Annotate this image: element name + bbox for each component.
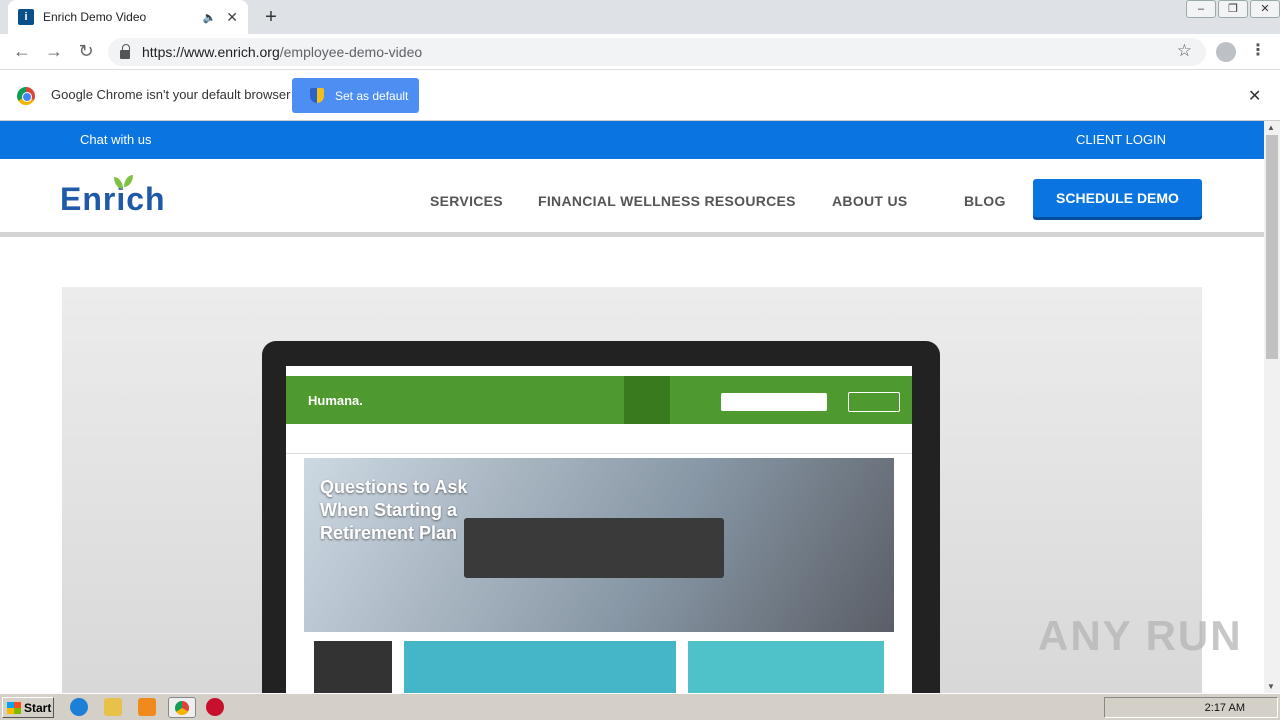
scroll-up-icon[interactable]: ▲ [1267,123,1275,132]
scroll-down-icon[interactable]: ▼ [1267,682,1275,691]
screen-card [404,641,676,693]
lock-icon [120,43,130,59]
windows-flag-icon [7,701,21,714]
back-arrow-icon[interactable]: ← [11,41,33,62]
screen-card [314,641,392,693]
web-page: Chat with us CLIENT LOGIN Enrich SERVICE… [0,121,1264,693]
page-scrollbar[interactable]: ▲ ▼ [1264,121,1280,693]
address-bar[interactable]: https://www.enrich.org/employee-demo-vid… [108,38,1206,66]
screen-topline [286,366,912,376]
media-player-icon[interactable] [138,698,156,716]
infobar-close-icon[interactable]: ✕ [1248,86,1261,106]
screen-topics-tab [624,376,670,424]
site-topbar: Chat with us CLIENT LOGIN [0,121,1264,159]
screen-hero-image: Questions to Ask When Starting a Retirem… [304,458,894,632]
bench-shape [464,518,724,578]
site-header: Enrich SERVICES FINANCIAL WELLNESS RESOU… [0,159,1264,237]
chat-link[interactable]: Chat with us [80,132,152,147]
restore-icon[interactable]: ❐ [1218,0,1248,18]
screen-card [688,641,884,693]
tab-strip: i Enrich Demo Video 🔈 ✕ + – ❐ ✕ [0,0,1280,34]
start-button[interactable]: Start [2,697,54,718]
close-window-icon[interactable]: ✕ [1250,0,1280,18]
screen-navbar: Humana. [286,376,912,424]
scrollbar-thumb[interactable] [1266,135,1278,359]
screen-subnav [286,424,912,454]
infobar-message: Google Chrome isn't your default browser [51,87,291,102]
clock: 2:17 AM [1204,701,1245,714]
nav-financial-wellness-resources[interactable]: FINANCIAL WELLNESS RESOURCES [538,193,796,209]
nav-services[interactable]: SERVICES [430,193,503,209]
explorer-folder-icon[interactable] [104,698,122,716]
bookmark-star-icon[interactable]: ☆ [1177,41,1192,61]
screen-search-box [721,393,827,411]
system-tray: 2:17 AM [1104,697,1278,718]
anyrun-watermark: ANY RUN [1038,612,1243,659]
windows-taskbar: Start 2:17 AM [0,693,1280,720]
start-label: Start [24,700,52,715]
laptop-screen: Humana. Questions to Ask When Starting a… [286,366,912,693]
url-path: /employee-demo-video [279,44,423,60]
default-browser-infobar: Google Chrome isn't your default browser… [0,71,1280,121]
uac-shield-icon [310,88,324,103]
site-favicon-icon: i [18,9,34,25]
reload-icon[interactable]: ↻ [75,41,97,62]
screen-hero-text: Questions to Ask When Starting a Retirem… [320,477,468,543]
chrome-menu-icon[interactable]: ⋮ [1250,40,1266,60]
laptop-image: Humana. Questions to Ask When Starting a… [262,341,940,693]
chrome-taskbar-button[interactable] [168,697,196,718]
chrome-icon [175,700,189,715]
set-as-default-label: Set as default [335,88,409,103]
browser-tab[interactable]: i Enrich Demo Video 🔈 ✕ [8,0,248,34]
audio-playing-icon[interactable]: 🔈 [203,11,217,24]
chrome-logo-icon [17,87,35,105]
screen-logout-box [848,392,900,412]
leaf-icon [114,175,136,191]
new-tab-button[interactable]: + [260,6,282,28]
client-login-link[interactable]: CLIENT LOGIN [1076,132,1166,147]
screen-logo: Humana. [308,393,363,408]
nav-blog[interactable]: BLOG [964,193,1006,209]
close-tab-icon[interactable]: ✕ [226,9,238,26]
browser-toolbar: ← → ↻ https://www.enrich.org/employee-de… [0,34,1280,70]
minimize-icon[interactable]: – [1186,0,1216,18]
ie-icon[interactable] [70,698,88,716]
forward-arrow-icon[interactable]: → [43,41,65,62]
profile-avatar-icon[interactable] [1216,42,1236,62]
url-text: https://www.enrich.org/employee-demo-vid… [142,44,422,60]
url-domain: https://www.enrich.org [142,44,280,60]
enrich-logo[interactable]: Enrich [60,181,166,218]
schedule-demo-button[interactable]: SCHEDULE DEMO [1033,179,1202,217]
opera-icon[interactable] [206,698,224,716]
window-controls: – ❐ ✕ [1184,0,1280,20]
set-as-default-button[interactable]: Set as default [292,78,419,113]
nav-about-us[interactable]: ABOUT US [832,193,908,209]
demo-video[interactable]: Humana. Questions to Ask When Starting a… [62,287,1202,693]
tab-title: Enrich Demo Video [43,10,147,24]
